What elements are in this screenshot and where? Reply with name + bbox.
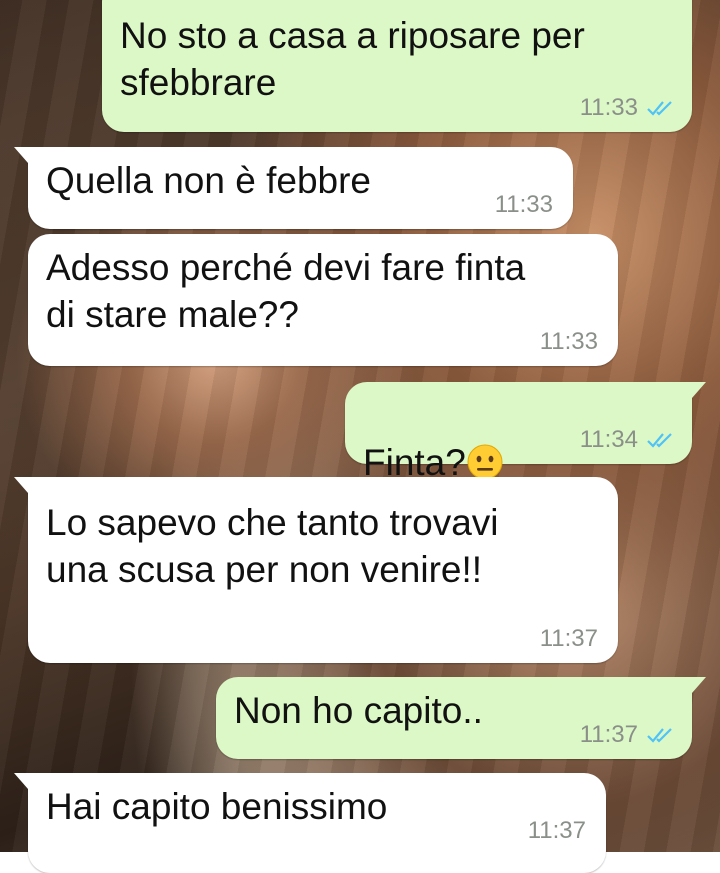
message-time: 11:33 [494, 191, 553, 218]
message-text: Lo sapevo che tanto trovavi una scusa pe… [46, 502, 499, 590]
message-text: Hai capito benissimo [46, 786, 388, 827]
message-time: 11:33 [579, 94, 638, 121]
message-bubble-outgoing[interactable]: Non ho capito.. 11:37 [216, 677, 706, 759]
message-text: Adesso perché devi fare finta di stare m… [46, 247, 526, 335]
message-time: 11:37 [527, 817, 586, 844]
message-meta: 11:33 [495, 191, 553, 219]
message-meta: 11:37 [580, 721, 676, 749]
message-meta: 11:37 [540, 625, 598, 653]
message-time: 11:37 [539, 625, 598, 652]
message-text: Quella non è febbre [46, 160, 372, 201]
message-bubble-outgoing[interactable]: Finta? 11:34 [345, 382, 706, 483]
message-time: 11:33 [539, 328, 598, 355]
message-time: 11:34 [579, 426, 638, 453]
message-text: No sto a casa a riposare per sfebbrare [120, 15, 585, 103]
message-bubble-outgoing[interactable]: No sto a casa a riposare per sfebbrare 1… [102, 0, 692, 132]
message-time: 11:37 [579, 721, 638, 748]
message-meta: 11:34 [580, 426, 676, 454]
message-meta: 11:33 [580, 94, 676, 122]
double-check-icon [647, 433, 672, 448]
double-check-icon [647, 101, 672, 116]
message-meta: 11:33 [540, 328, 598, 356]
neutral-face-emoji [467, 444, 503, 480]
message-bubble-incoming[interactable]: Adesso perché devi fare finta di stare m… [28, 234, 618, 366]
message-meta: 11:37 [528, 817, 586, 845]
double-check-icon [647, 728, 672, 743]
message-bubble-incoming[interactable]: Quella non è febbre 11:33 [14, 147, 573, 229]
message-bubble-incoming[interactable]: Hai capito benissimo 11:37 [14, 773, 606, 873]
message-bubble-incoming[interactable]: Lo sapevo che tanto trovavi una scusa pe… [14, 477, 618, 663]
